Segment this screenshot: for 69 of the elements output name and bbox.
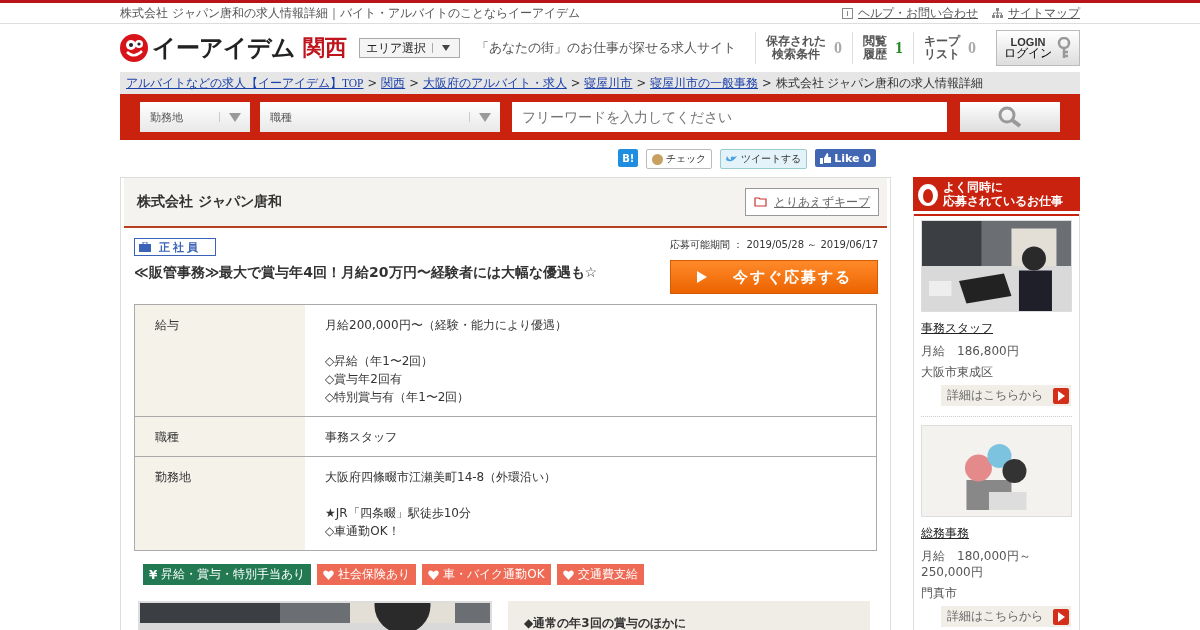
share-button[interactable]: チェック xyxy=(646,149,713,169)
breadcrumb-link[interactable]: 寝屋川市の一般事務 xyxy=(650,75,759,91)
employment-badge: 正社員 xyxy=(134,238,216,256)
heart-icon xyxy=(323,569,335,580)
sitemap-icon xyxy=(992,7,1003,19)
header-link[interactable]: ヘルプ・お問い合わせ xyxy=(858,4,978,22)
heart-icon xyxy=(562,569,574,580)
keep-button[interactable]: とりあえずキープ xyxy=(745,188,880,216)
area-select[interactable]: エリア選択 xyxy=(359,38,460,58)
key-icon xyxy=(1056,37,1072,59)
job-link[interactable]: 総務事務 xyxy=(921,525,1072,542)
share-button[interactable]: Like 0 xyxy=(815,149,876,167)
breadcrumb-separator: > xyxy=(762,76,772,90)
page-title: 株式会社 ジャパン唐和の求人情報詳細｜バイト・アルバイトのことならイーアイデム xyxy=(120,4,580,22)
search-icon xyxy=(997,106,1023,128)
feature-tag: 社会保険あり xyxy=(317,564,417,585)
header-link[interactable]: サイトマップ xyxy=(1008,4,1080,22)
play-icon xyxy=(1053,608,1070,625)
breadcrumb-link[interactable]: アルバイトなどの求人【イーアイデム】TOP xyxy=(126,75,364,91)
select-field[interactable]: 勤務地 xyxy=(140,102,250,132)
breadcrumb-separator: > xyxy=(409,76,419,90)
play-icon xyxy=(1053,387,1070,404)
feature-tag: 交通費支給 xyxy=(556,564,644,585)
location-text: 大阪市東成区 xyxy=(921,364,995,380)
breadcrumb-separator: > xyxy=(367,76,378,90)
job-title: ≪販管事務≫最大で賞与年4回！月給20万円〜経験者には大幅な優遇も☆ xyxy=(134,264,598,282)
detail-label: 給与 xyxy=(134,304,305,417)
share-button[interactable]: B! xyxy=(618,149,639,167)
job-link[interactable]: 事務スタッフ xyxy=(921,320,1072,337)
login-button[interactable]: LOGIN ログイン xyxy=(996,30,1080,66)
detail-value: 月給200,000円〜（経験・能力により優遇） ◇昇給（年1〜2回） ◇賞与年2回有 ◇特別賞与有（年1〜2回） xyxy=(305,304,877,417)
company-name: 株式会社 ジャパン唐和 xyxy=(137,193,282,211)
breadcrumb-separator: > xyxy=(570,76,581,90)
salary-text: 月給 180,000円～250,000円 xyxy=(921,548,1032,580)
briefcase-icon xyxy=(139,242,151,252)
search-field[interactable]: フリーワードを入力してください xyxy=(512,102,947,132)
detail-value: 大阪府四條畷市江瀬美町14-8（外環沿い） ★JR「四条畷」駅徒歩10分 ◇車通勤OK！ xyxy=(305,456,877,551)
detail-value: 事務スタッフ xyxy=(305,416,877,457)
info-icon xyxy=(842,7,853,19)
heart-icon xyxy=(428,569,440,580)
logo-icon xyxy=(120,34,148,62)
thumbs-up-icon xyxy=(820,152,832,164)
play-icon xyxy=(696,271,707,283)
description-text: ◆通常の年3回の賞与のほかに xyxy=(508,601,870,630)
region-name: 関西 xyxy=(303,34,347,62)
breadcrumb-link[interactable]: 大阪府のアルバイト・求人 xyxy=(422,75,567,91)
breadcrumb-current: 株式会社 ジャパン唐和の求人情報詳細 xyxy=(775,75,984,91)
select-field[interactable]: 職種 xyxy=(260,102,500,132)
details-button[interactable]: 詳細はこちらから xyxy=(941,606,1072,627)
location-text: 門真市 xyxy=(921,585,959,601)
salary-text: 月給 186,800円 xyxy=(921,343,1020,359)
breadcrumb-separator: > xyxy=(636,76,647,90)
breadcrumb-link[interactable]: 寝屋川市 xyxy=(584,75,633,91)
search-button[interactable] xyxy=(960,102,1060,132)
detail-label: 勤務地 xyxy=(134,456,305,551)
circle-icon xyxy=(652,153,664,165)
feature-tag: 車・バイク通勤OK xyxy=(422,564,551,585)
bird-icon xyxy=(726,154,739,164)
detail-label: 職種 xyxy=(134,416,305,457)
application-period: 応募可能期間 ： 2019/05/28 ～ 2019/06/17 xyxy=(670,238,879,252)
details-button[interactable]: 詳細はこちらから xyxy=(941,385,1072,406)
sidebar-heading: よく同時に 応募されているお仕事 xyxy=(913,177,1080,214)
feature-tag: ¥ 昇給・賞与・特別手当あり xyxy=(143,564,312,585)
breadcrumb-link[interactable]: 関西 xyxy=(381,75,406,91)
folder-icon xyxy=(754,197,769,207)
ring-icon xyxy=(917,182,940,206)
site-logo[interactable]: イーアイデム xyxy=(152,32,295,64)
share-button[interactable]: ツイートする xyxy=(720,149,808,169)
tagline: 「あなたの街」のお仕事が探せる求人サイト xyxy=(476,39,737,57)
